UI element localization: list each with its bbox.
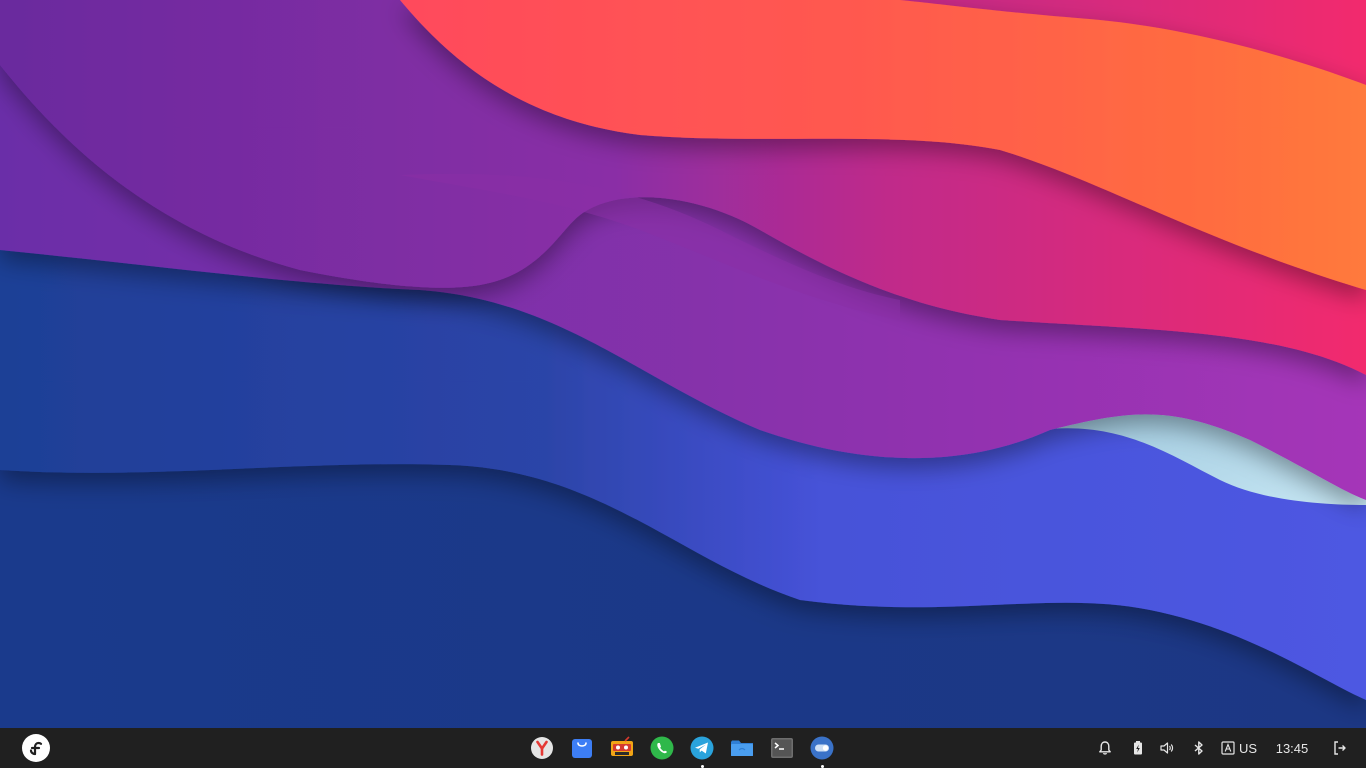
clock-time: 13:45 bbox=[1275, 740, 1309, 756]
toggle-icon bbox=[810, 736, 834, 760]
power-menu-button[interactable] bbox=[1324, 728, 1356, 768]
keyboard-layout-label: US bbox=[1238, 740, 1258, 756]
desktop-wallpaper bbox=[0, 0, 1366, 728]
dock bbox=[522, 728, 842, 768]
bluetooth-icon bbox=[1194, 741, 1203, 755]
dock-item-software-store[interactable] bbox=[562, 728, 602, 768]
fedora-icon bbox=[29, 741, 43, 756]
keyboard-layout-switcher[interactable]: US bbox=[1218, 728, 1260, 768]
dock-item-cassette-player[interactable] bbox=[602, 728, 642, 768]
desktop[interactable] bbox=[0, 0, 1366, 728]
system-tray: US 13:45 bbox=[1088, 728, 1366, 768]
volume-control[interactable] bbox=[1154, 728, 1180, 768]
app-launcher-button[interactable] bbox=[22, 734, 50, 762]
cassette-icon bbox=[611, 736, 633, 756]
dock-item-yandex-browser[interactable] bbox=[522, 728, 562, 768]
folder-icon bbox=[731, 740, 753, 756]
taskbar: US 13:45 bbox=[0, 728, 1366, 768]
terminal-icon bbox=[771, 738, 793, 758]
telegram-icon bbox=[690, 736, 714, 760]
bell-icon bbox=[1099, 741, 1111, 755]
bluetooth-toggle[interactable] bbox=[1180, 728, 1218, 768]
dock-item-terminal[interactable] bbox=[762, 728, 802, 768]
battery-charging-icon bbox=[1134, 741, 1142, 755]
keyboard-layout-icon bbox=[1221, 741, 1235, 755]
shopping-bag-icon bbox=[572, 739, 592, 758]
dock-item-whatsapp[interactable] bbox=[642, 728, 682, 768]
whatsapp-icon bbox=[650, 736, 674, 760]
notifications-button[interactable] bbox=[1088, 728, 1122, 768]
battery-indicator[interactable] bbox=[1122, 728, 1154, 768]
dock-item-file-manager[interactable] bbox=[722, 728, 762, 768]
logout-icon bbox=[1334, 741, 1346, 755]
dock-item-telegram[interactable] bbox=[682, 728, 722, 768]
dock-item-settings-toggle[interactable] bbox=[802, 728, 842, 768]
yandex-browser-icon bbox=[531, 737, 553, 759]
clock[interactable]: 13:45 bbox=[1260, 728, 1324, 768]
volume-icon bbox=[1160, 742, 1174, 754]
